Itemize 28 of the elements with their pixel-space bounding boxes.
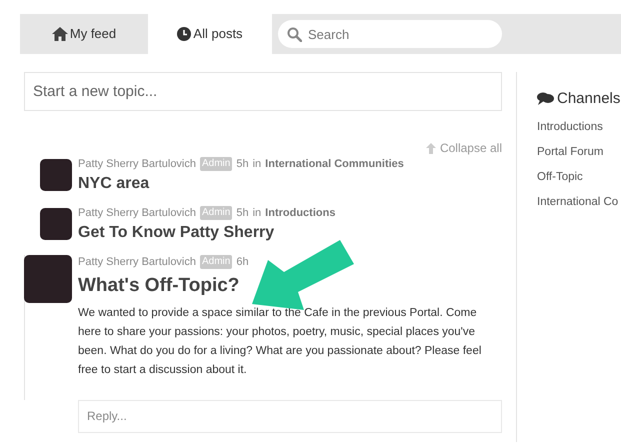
author-name[interactable]: Patty Sherry Bartulovich — [78, 206, 196, 220]
post-title[interactable]: What's Off-Topic? — [78, 274, 496, 298]
author-name[interactable]: Patty Sherry Bartulovich — [78, 157, 196, 171]
search-icon — [287, 27, 302, 42]
home-icon — [52, 27, 68, 41]
channel-link[interactable]: Introductions — [265, 206, 336, 220]
author-name[interactable]: Patty Sherry Bartulovich — [78, 255, 196, 269]
clock-icon — [177, 27, 192, 41]
in-label: in — [252, 206, 262, 220]
new-topic-field[interactable]: Start a new topic... — [24, 72, 502, 111]
channel-link[interactable]: Introductions — [537, 118, 621, 136]
in-label: in — [252, 157, 262, 171]
search-field[interactable]: Search — [278, 20, 502, 48]
reply-field[interactable]: Reply... — [78, 400, 502, 433]
channel-link[interactable]: International Communities — [265, 157, 404, 171]
channel-link[interactable]: Portal Forum — [537, 144, 621, 161]
post-time: 6h — [236, 255, 249, 269]
channel-link[interactable]: Off-Topic — [537, 169, 621, 186]
arrow-up-icon — [426, 142, 436, 154]
channel-link[interactable]: International Co — [537, 194, 621, 212]
post-title[interactable]: NYC area — [78, 174, 404, 194]
post-title[interactable]: Get To Know Patty Sherry — [78, 223, 336, 243]
post-time: 5h — [236, 157, 249, 171]
post-body: We wanted to provide a space similar to the Cafe in the previous Portal. Come here to share your passions: your photos, poetry, music, special places you've been. What do you do for a living? What are you passionate about? Please feel free to start a discussion about it. — [78, 306, 482, 378]
channels-heading: Channels — [557, 89, 620, 109]
speech-bubbles-icon — [537, 92, 554, 106]
post-time: 5h — [236, 206, 249, 220]
tab[interactable]: All posts — [148, 14, 272, 54]
